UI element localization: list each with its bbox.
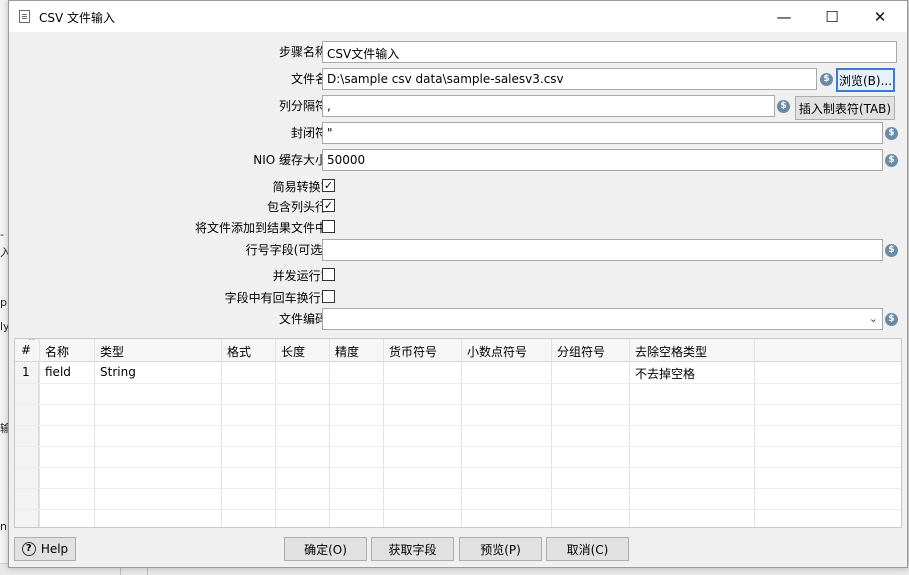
row-number-field-input[interactable] xyxy=(322,239,883,261)
column-header[interactable]: 长度 xyxy=(281,343,305,360)
background-text-fragment: - xyxy=(0,228,4,241)
variable-icon[interactable]: $ xyxy=(885,244,898,257)
variable-icon[interactable]: $ xyxy=(777,100,790,113)
minimize-button[interactable]: — xyxy=(761,1,807,32)
column-header[interactable]: 去除空格类型 xyxy=(635,343,707,360)
background-text-fragment: p xyxy=(0,296,7,309)
table-header xyxy=(15,339,901,362)
step-name-input[interactable]: CSV文件输入 xyxy=(322,41,897,63)
window-title: CSV 文件输入 xyxy=(39,11,116,25)
encoding-select[interactable]: ⌄ xyxy=(322,308,883,330)
encoding-label: 文件编码 xyxy=(278,312,327,326)
variable-icon[interactable]: $ xyxy=(885,127,898,140)
add-to-result-checkbox[interactable] xyxy=(322,220,335,233)
lazy-conversion-checkbox[interactable]: ✓ xyxy=(322,179,335,192)
fields-table[interactable]: ^ # 名称 类型 格式 长度 精度 货币符号 小数点符号 分组符号 去除空格类… xyxy=(14,338,902,528)
browse-button[interactable]: 浏览(B)... xyxy=(836,68,895,92)
column-header[interactable]: 类型 xyxy=(100,343,124,360)
get-fields-button[interactable]: 获取字段 xyxy=(371,537,454,561)
cancel-button[interactable]: 取消(C) xyxy=(546,537,629,561)
newline-in-field-label: 字段中有回车换行? xyxy=(224,291,327,305)
delimiter-label: 列分隔符 xyxy=(278,99,327,113)
enclosure-input[interactable]: " xyxy=(322,122,883,144)
close-button[interactable]: ✕ xyxy=(857,1,903,32)
background-text-fragment: n xyxy=(0,520,7,533)
ok-button[interactable]: 确定(O) xyxy=(284,537,367,561)
header-row-checkbox[interactable]: ✓ xyxy=(322,199,335,212)
column-header[interactable]: 小数点符号 xyxy=(467,343,527,360)
variable-icon[interactable]: $ xyxy=(820,73,833,86)
variable-icon[interactable]: $ xyxy=(885,313,898,326)
column-header[interactable]: 格式 xyxy=(227,343,251,360)
title-bar: CSV 文件输入 — ☐ ✕ xyxy=(9,1,907,32)
nio-buffer-input[interactable]: 50000 xyxy=(322,149,883,171)
nio-buffer-label: NIO 缓存大小 xyxy=(253,153,327,167)
column-header[interactable]: 精度 xyxy=(335,343,359,360)
table-cell[interactable]: 不去掉空格 xyxy=(635,365,695,382)
column-header[interactable]: 分组符号 xyxy=(557,343,605,360)
table-cell: 1 xyxy=(22,365,30,379)
newline-in-field-checkbox[interactable] xyxy=(322,290,335,303)
lazy-conversion-label: 简易转换? xyxy=(272,180,327,194)
header-row-label: 包含列头行 xyxy=(266,200,327,214)
table-cell[interactable]: field xyxy=(45,365,71,379)
table-cell[interactable]: String xyxy=(100,365,136,379)
maximize-button[interactable]: ☐ xyxy=(809,1,855,32)
insert-tab-button[interactable]: 插入制表符(TAB) xyxy=(795,96,895,120)
filename-input[interactable]: D:\sample csv data\sample-salesv3.csv xyxy=(322,68,817,90)
add-to-result-label: 将文件添加到结果文件中 xyxy=(194,221,327,235)
column-header[interactable]: # xyxy=(21,343,31,357)
chevron-down-icon: ⌄ xyxy=(868,312,878,325)
variable-icon[interactable]: $ xyxy=(885,154,898,167)
row-number-field-label: 行号字段(可选) xyxy=(245,243,327,257)
column-header[interactable]: 名称 xyxy=(45,343,69,360)
help-button[interactable]: ? Help xyxy=(14,537,76,561)
csv-input-dialog: CSV 文件输入 — ☐ ✕ 步骤名称 CSV文件输入 文件名 D:\sampl… xyxy=(8,0,908,568)
parallel-label: 并发运行? xyxy=(272,269,327,283)
help-button-label: Help xyxy=(40,542,69,556)
preview-button[interactable]: 预览(P) xyxy=(459,537,542,561)
parallel-checkbox[interactable] xyxy=(322,268,335,281)
step-name-label: 步骤名称 xyxy=(278,45,327,59)
document-icon xyxy=(19,10,30,23)
delimiter-input[interactable]: , xyxy=(322,95,775,117)
column-header[interactable]: 货币符号 xyxy=(389,343,437,360)
help-icon: ? xyxy=(21,542,36,556)
